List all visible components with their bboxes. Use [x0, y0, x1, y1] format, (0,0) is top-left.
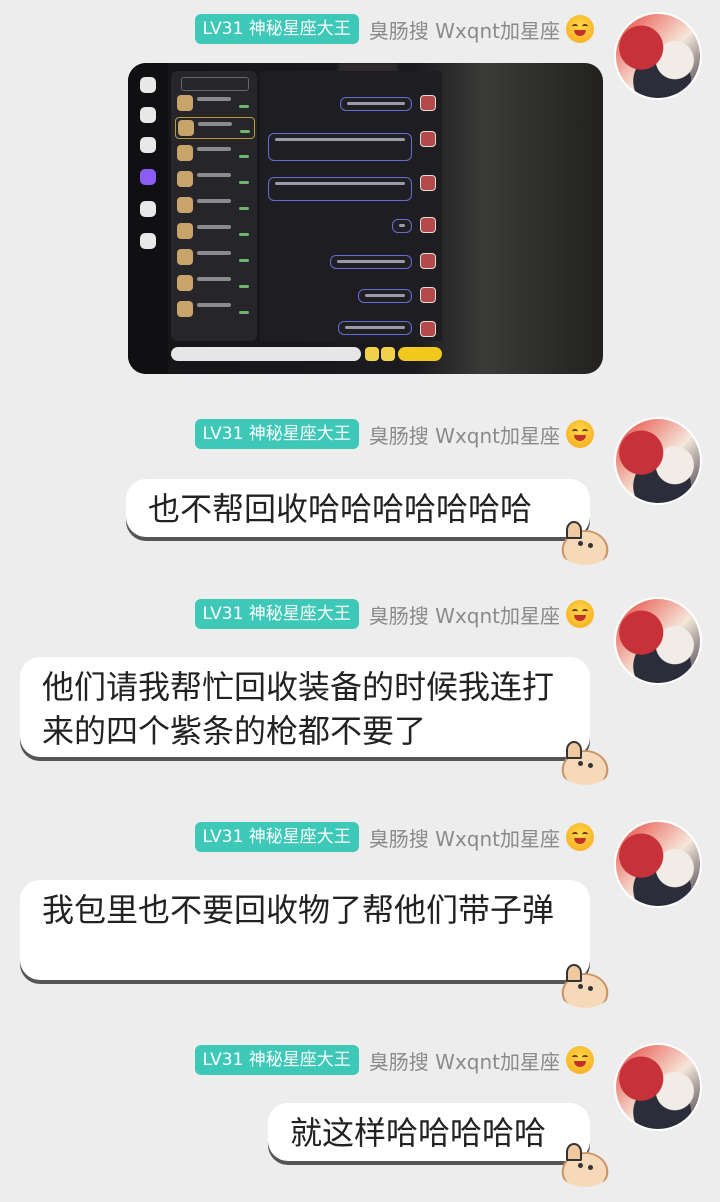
avatar[interactable] — [614, 417, 702, 505]
screenshot-list-item — [175, 117, 255, 139]
sender-header: LV31 神秘星座大王 臭肠搜 Wxqnt加星座 — [194, 597, 594, 631]
screenshot-nav-icon — [140, 169, 156, 185]
message-row: LV31 神秘星座大王 臭肠搜 Wxqnt加星座 — [0, 0, 720, 390]
sender-header: LV31 神秘星座大王 臭肠搜 Wxqnt加星座 — [194, 1043, 594, 1077]
yum-face-emoji-icon — [566, 15, 594, 43]
yum-face-emoji-icon — [566, 600, 594, 628]
message-row: LV31 神秘星座大王 臭肠搜 Wxqnt加星座 也不帮回收哈哈哈哈哈哈哈 — [0, 405, 720, 575]
avatar[interactable] — [614, 597, 702, 685]
screenshot-list-item — [175, 195, 253, 215]
level-badge: LV31 神秘星座大王 — [194, 822, 359, 852]
message-bubble[interactable]: 也不帮回收哈哈哈哈哈哈哈 — [126, 479, 590, 537]
avatar[interactable] — [614, 1043, 702, 1131]
screenshot-list-item — [175, 247, 253, 267]
screenshot-list-header — [181, 77, 249, 91]
screenshot-list-item — [175, 299, 253, 319]
message-bubble[interactable]: 我包里也不要回收物了帮他们带子弹 — [20, 880, 590, 980]
message-row: LV31 神秘星座大王 臭肠搜 Wxqnt加星座 就这样哈哈哈哈哈 — [0, 1031, 720, 1202]
screenshot-emoji-icon — [365, 347, 379, 361]
bubble-pet-decoration-icon — [558, 521, 612, 565]
yum-face-emoji-icon — [566, 1046, 594, 1074]
screenshot-message-input — [171, 347, 361, 361]
bubble-pet-decoration-icon — [558, 1143, 612, 1187]
sender-nickname: 臭肠搜 Wxqnt加星座 — [368, 1049, 560, 1074]
yum-face-emoji-icon — [566, 823, 594, 851]
sender-header: LV31 神秘星座大王 臭肠搜 Wxqnt加星座 — [194, 417, 594, 451]
screenshot-chat-pane — [260, 71, 442, 341]
screenshot-list-item — [175, 93, 253, 113]
avatar[interactable] — [614, 820, 702, 908]
yum-face-emoji-icon — [566, 420, 594, 448]
screenshot-nav-icon — [140, 107, 156, 123]
sender-nickname: 臭肠搜 Wxqnt加星座 — [368, 423, 560, 448]
message-bubble[interactable]: 他们请我帮忙回收装备的时候我连打来的四个紫条的枪都不要了 — [20, 657, 590, 757]
message-row: LV31 神秘星座大王 臭肠搜 Wxqnt加星座 他们请我帮忙回收装备的时候我连… — [0, 585, 720, 805]
message-row: LV31 神秘星座大王 臭肠搜 Wxqnt加星座 我包里也不要回收物了帮他们带子… — [0, 808, 720, 1008]
bubble-pet-decoration-icon — [558, 964, 612, 1008]
screenshot-list-item — [175, 143, 253, 163]
screenshot-send-button — [398, 347, 442, 361]
game-chat-screenshot-image[interactable] — [128, 63, 603, 374]
screenshot-nav-icon — [140, 201, 156, 217]
sender-header: LV31 神秘星座大王 臭肠搜 Wxqnt加星座 — [194, 12, 594, 46]
level-badge: LV31 神秘星座大王 — [194, 599, 359, 629]
sender-nickname: 臭肠搜 Wxqnt加星座 — [368, 826, 560, 851]
avatar[interactable] — [614, 12, 702, 100]
screenshot-sidebar — [128, 63, 168, 374]
message-bubble[interactable]: 就这样哈哈哈哈哈 — [268, 1103, 590, 1161]
sender-header: LV31 神秘星座大王 臭肠搜 Wxqnt加星座 — [194, 820, 594, 854]
sender-nickname: 臭肠搜 Wxqnt加星座 — [368, 603, 560, 628]
screenshot-list-item — [175, 169, 253, 189]
screenshot-nav-icon — [140, 233, 156, 249]
screenshot-sticker-icon — [381, 347, 395, 361]
screenshot-nav-icon — [140, 77, 156, 93]
bubble-pet-decoration-icon — [558, 741, 612, 785]
screenshot-nav-icon — [140, 137, 156, 153]
screenshot-list-item — [175, 221, 253, 241]
screenshot-list-item — [175, 273, 253, 293]
level-badge: LV31 神秘星座大王 — [194, 419, 359, 449]
level-badge: LV31 神秘星座大王 — [194, 1045, 359, 1075]
level-badge: LV31 神秘星座大王 — [194, 14, 359, 44]
sender-nickname: 臭肠搜 Wxqnt加星座 — [368, 18, 560, 43]
screenshot-contact-list — [171, 71, 257, 341]
